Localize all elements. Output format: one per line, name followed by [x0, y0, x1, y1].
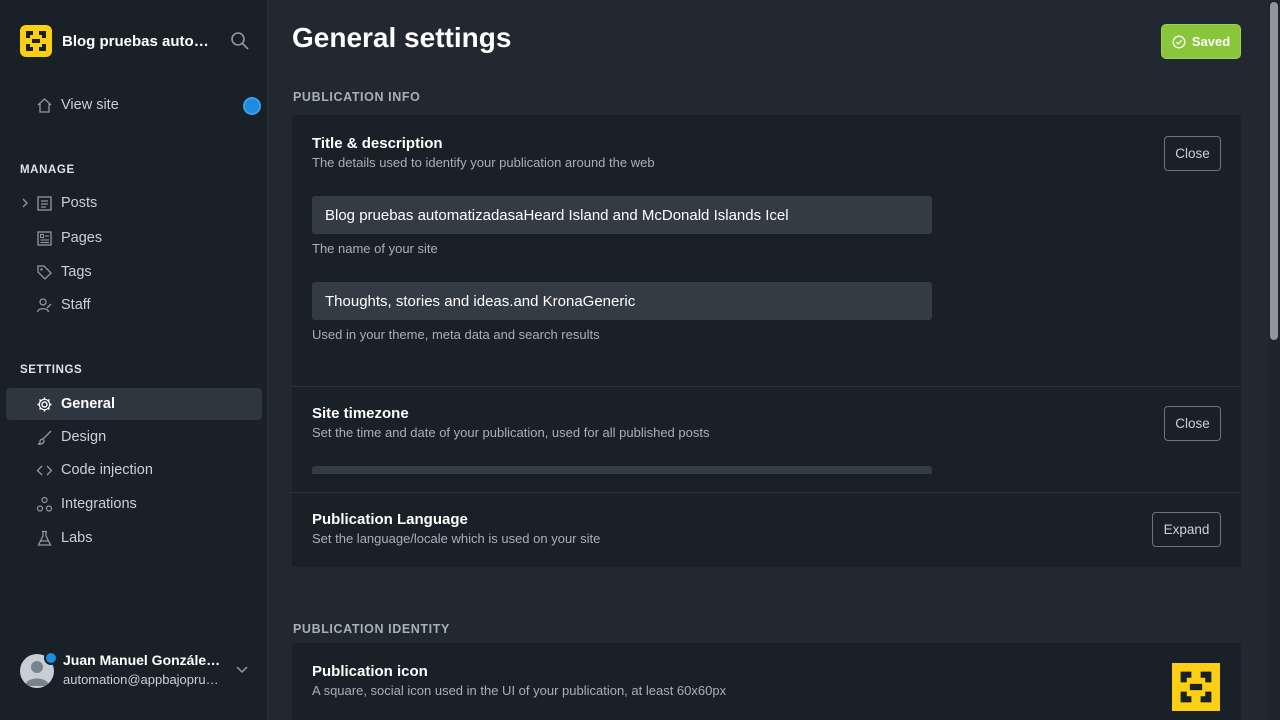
home-icon [37, 98, 52, 113]
close-button[interactable]: Close [1164, 406, 1221, 441]
site-title-hint: The name of your site [312, 241, 438, 256]
chevron-right-icon[interactable] [20, 197, 30, 209]
site-description-hint: Used in your theme, meta data and search… [312, 327, 600, 342]
publication-identity-card: Publication icon A square, social icon u… [292, 643, 1241, 720]
sidebar-item-labs[interactable]: Labs [6, 522, 262, 554]
section-title: Site timezone [312, 405, 409, 422]
settings-heading: SETTINGS [20, 364, 83, 376]
scrollbar[interactable] [1268, 0, 1280, 720]
sidebar-item-pages[interactable]: Pages [6, 222, 262, 254]
page-title: General settings [292, 22, 512, 53]
sidebar-item-label: Code injection [61, 462, 153, 478]
publication-language-section: Publication Language Set the language/lo… [292, 493, 1241, 567]
publication-identity-heading: PUBLICATION IDENTITY [293, 622, 450, 636]
user-email: automation@appbajopru… [63, 672, 219, 687]
close-button[interactable]: Close [1164, 136, 1221, 171]
tag-icon [37, 265, 52, 280]
sidebar-item-label: Integrations [61, 496, 137, 512]
section-description: Set the language/locale which is used on… [312, 531, 601, 546]
main-content: General settings Saved PUBLICATION INFO … [268, 0, 1268, 720]
section-title: Title & description [312, 135, 443, 152]
user-menu[interactable]: Juan Manuel Gonzále… automation@appbajop… [20, 648, 260, 694]
section-description: A square, social icon used in the UI of … [312, 683, 727, 698]
sidebar-item-staff[interactable]: Staff [6, 289, 262, 321]
gear-icon [37, 397, 52, 412]
section-description: The details used to identify your public… [312, 155, 655, 170]
brand[interactable]: Blog pruebas autom… [20, 24, 260, 58]
expand-button[interactable]: Expand [1152, 512, 1221, 547]
sidebar-item-label: Design [61, 429, 107, 445]
sidebar-item-view-site[interactable]: View site [6, 89, 262, 121]
sidebar-item-tags[interactable]: Tags [6, 256, 262, 288]
integrations-icon [36, 496, 53, 512]
pages-icon [37, 231, 52, 246]
sidebar-item-label: View site [61, 97, 119, 113]
sidebar-item-posts[interactable]: Posts [6, 187, 262, 219]
chevron-down-icon[interactable] [234, 664, 250, 676]
site-timezone-section: Site timezone Set the time and date of y… [292, 387, 1241, 493]
title-description-section: Title & description The details used to … [292, 115, 1241, 387]
check-circle-icon [1172, 35, 1186, 48]
publication-icon-image[interactable] [1172, 663, 1220, 711]
search-icon[interactable] [230, 31, 250, 51]
saved-button[interactable]: Saved [1161, 24, 1241, 59]
section-description: Set the time and date of your publicatio… [312, 425, 710, 440]
manage-heading: MANAGE [20, 164, 75, 176]
publication-info-card: Title & description The details used to … [292, 115, 1241, 567]
sidebar: Blog pruebas autom… View site MANAGE Pos… [0, 0, 268, 720]
staff-icon [36, 298, 52, 313]
sidebar-item-label: General [61, 396, 115, 412]
brand-title: Blog pruebas autom… [62, 32, 212, 50]
code-icon [36, 465, 53, 476]
notification-dot [243, 97, 261, 115]
brush-icon [37, 430, 52, 445]
sidebar-item-label: Posts [61, 195, 98, 211]
flask-icon [37, 530, 52, 546]
sidebar-item-label: Labs [61, 530, 93, 546]
section-title: Publication icon [312, 663, 428, 680]
sidebar-item-label: Pages [61, 230, 103, 246]
publication-info-heading: PUBLICATION INFO [293, 90, 421, 104]
site-description-input[interactable]: Thoughts, stories and ideas.and KronaGen… [312, 282, 932, 320]
sidebar-item-label: Tags [61, 264, 92, 280]
posts-icon [37, 196, 52, 211]
sidebar-item-general[interactable]: General [6, 388, 262, 420]
sidebar-item-code-injection[interactable]: Code injection [6, 454, 262, 486]
sidebar-item-design[interactable]: Design [6, 421, 262, 453]
saved-label: Saved [1191, 34, 1231, 49]
section-title: Publication Language [312, 511, 468, 528]
scrollbar-thumb[interactable] [1270, 2, 1278, 340]
user-name: Juan Manuel Gonzále… [63, 652, 221, 668]
sidebar-item-label: Staff [61, 297, 91, 313]
sidebar-item-integrations[interactable]: Integrations [6, 488, 262, 520]
notification-badge [44, 651, 58, 665]
site-title-input[interactable]: Blog pruebas automatizadasaHeard Island … [312, 196, 932, 234]
timezone-select[interactable] [312, 466, 932, 474]
brand-logo [20, 25, 52, 57]
